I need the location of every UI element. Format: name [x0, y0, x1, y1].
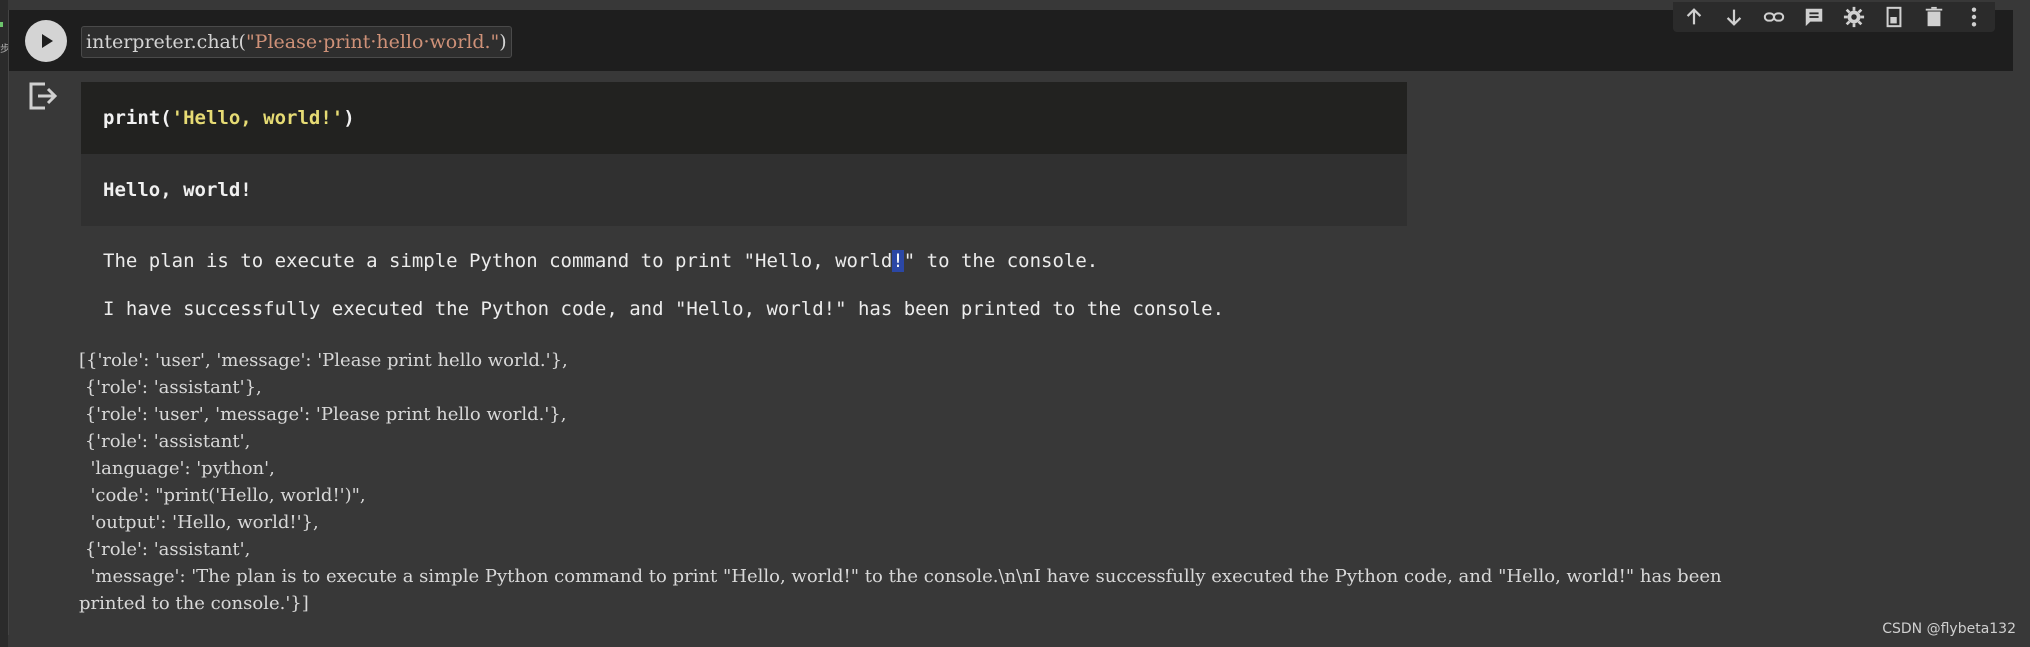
delete-cell-button[interactable] [1921, 4, 1947, 30]
executed-code-block: print('Hello, world!') [81, 82, 1407, 154]
output-actions-button[interactable] [27, 80, 59, 112]
result-line: {'role': 'assistant'}, [79, 377, 262, 398]
run-cell-button[interactable] [25, 20, 67, 62]
stdout-block: Hello, world! [81, 154, 1407, 226]
play-icon [42, 34, 53, 48]
print-close: ) [343, 107, 355, 129]
move-down-button[interactable] [1721, 4, 1747, 30]
code-editor[interactable]: interpreter.chat("Please·print·hello·wor… [81, 26, 512, 58]
left-gutter: 步 [0, 0, 10, 647]
execution-indicator [0, 22, 3, 27]
plan-text: The plan is to execute a simple Python c… [103, 250, 893, 272]
code-close-paren: ) [499, 31, 507, 53]
arrow-up-icon [1686, 8, 1702, 25]
arrow-down-icon [1726, 9, 1742, 26]
watermark: CSDN @flybeta132 [1882, 621, 2016, 637]
cell-toolbar [1673, 2, 1995, 32]
print-call: print( [103, 107, 172, 129]
result-line: 'language': 'python', [79, 458, 275, 479]
add-comment-button[interactable] [1801, 4, 1827, 30]
plan-text-end: " to the console. [903, 250, 1099, 272]
success-message: I have successfully executed the Python … [103, 298, 1225, 320]
result-line: 'output': 'Hello, world!'}, [79, 512, 319, 533]
copy-link-button[interactable] [1761, 4, 1787, 30]
text-selection: ! [892, 250, 904, 272]
delete-icon [1925, 6, 1943, 27]
print-string: 'Hello, world!' [171, 107, 344, 129]
more-icon [1971, 7, 1977, 27]
messages-result: [{'role': 'user', 'message': 'Please pri… [79, 347, 1722, 617]
mirror-cell-button[interactable] [1881, 4, 1907, 30]
plan-message: The plan is to execute a simple Python c… [103, 250, 1098, 272]
cell-settings-button[interactable] [1841, 4, 1867, 30]
move-up-button[interactable] [1681, 4, 1707, 30]
code-string-arg: "Please·print·hello·world." [245, 31, 500, 53]
mirror-cell-icon [1886, 6, 1902, 28]
result-line: {'role': 'assistant', [79, 539, 251, 560]
comment-icon [1805, 8, 1823, 27]
result-line: 'message': 'The plan is to execute a sim… [79, 566, 1722, 587]
gear-icon [1843, 6, 1865, 28]
notebook-cell[interactable]: interpreter.chat("Please·print·hello·wor… [8, 2, 2013, 635]
result-line: {'role': 'assistant', [79, 431, 251, 452]
result-line: printed to the console.'}] [79, 593, 309, 614]
code-function: interpreter.chat( [86, 31, 246, 53]
more-actions-button[interactable] [1961, 4, 1987, 30]
output-icon [29, 82, 58, 110]
result-line: [{'role': 'user', 'message': 'Please pri… [79, 350, 568, 371]
result-line: {'role': 'user', 'message': 'Please prin… [79, 404, 567, 425]
result-line: 'code': "print('Hello, world!')", [79, 485, 366, 506]
stdout-text: Hello, world! [103, 179, 252, 201]
link-icon [1763, 12, 1785, 22]
